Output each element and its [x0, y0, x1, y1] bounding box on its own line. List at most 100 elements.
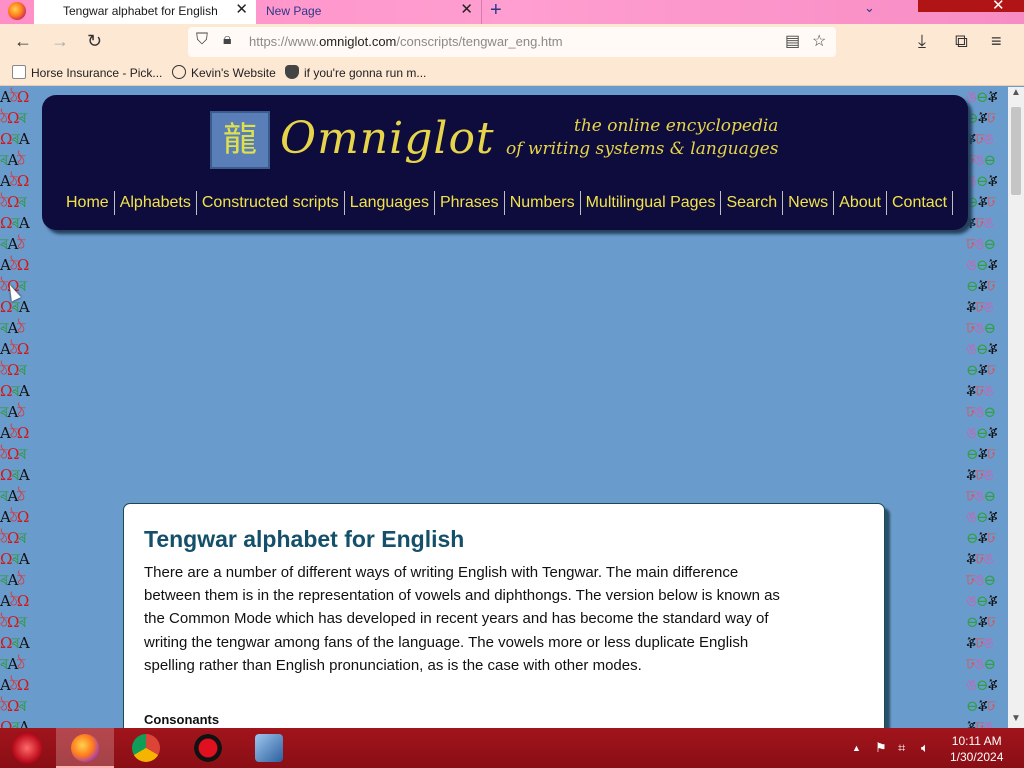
downloads-icon[interactable]: ⤓	[918, 30, 926, 52]
decorative-glyph-row: ঠΩৰ	[0, 445, 27, 463]
taskbar-chrome[interactable]	[117, 728, 175, 768]
scroll-up-arrow-icon[interactable]: ▲	[1011, 87, 1021, 98]
bookmark-gonna-run[interactable]: if you're gonna run m...	[285, 65, 426, 80]
decorative-glyph-row: ঙ⊖ቖ	[966, 424, 998, 442]
decorative-glyph-row: ΩৰA	[0, 634, 30, 652]
nav-home-link[interactable]: Home	[64, 191, 115, 215]
page-scrollbar[interactable]: ▲ ▼	[1008, 87, 1024, 728]
decorative-glyph-row: ৰAঠ	[0, 571, 25, 589]
decorative-glyph-row: AঠΩ	[0, 88, 29, 106]
close-tab-icon[interactable]: ✕	[235, 1, 248, 19]
nav-constructed-scripts-link[interactable]: Constructed scripts	[200, 191, 345, 215]
decorative-glyph-row: ঢঙ⊖	[966, 487, 996, 505]
decorative-script-border-left: AঠΩ ঠΩৰ ΩৰA ৰAঠ AঠΩ ঠΩৰ ΩৰA ৰAঠ AঠΩ ঠΩৰ ΩৰA ৰAঠ AঠΩ ঠ…	[0, 87, 40, 728]
bookmark-horse-insurance[interactable]: Horse Insurance - Pick...	[12, 65, 162, 80]
taskbar-firefox[interactable]	[56, 728, 114, 768]
decorative-glyph-row: ঙ⊖ቖ	[966, 88, 998, 106]
tab-bar: Tengwar alphabet for English ✕ New Page …	[0, 0, 1024, 24]
decorative-glyph-row: ঠΩৰ	[0, 697, 27, 715]
page-icon	[12, 65, 26, 79]
decorative-glyph-row: ঢঙ⊖	[966, 151, 996, 169]
article-intro-paragraph: There are a number of different ways of …	[144, 564, 780, 674]
lock-icon[interactable]: 🔒︎	[223, 31, 232, 49]
nav-phrases-link[interactable]: Phrases	[438, 191, 505, 215]
decorative-glyph-row: ቖঢঙ	[966, 550, 994, 568]
decorative-glyph-row: ⊖ቖঢ	[966, 445, 995, 463]
decorative-glyph-row: ቖঢঙ	[966, 130, 994, 148]
chevron-up-icon[interactable]: ▲	[852, 743, 861, 753]
decorative-glyph-row: ঙ⊖ቖ	[966, 256, 998, 274]
forward-arrow-icon[interactable]: →	[51, 30, 69, 52]
reader-view-icon[interactable]: ▤	[785, 31, 800, 51]
page-viewport: AঠΩ ঠΩৰ ΩৰA ৰAঠ AঠΩ ঠΩৰ ΩৰA ৰAঠ AঠΩ ঠΩৰ ΩৰA ৰAঠ AঠΩ ঠ…	[0, 87, 1008, 728]
decorative-glyph-row: ঠΩৰ	[0, 361, 27, 379]
decorative-glyph-row: AঠΩ	[0, 172, 29, 190]
address-bar[interactable]: ⛉ 🔒︎ https://www.omniglot.com/conscripts…	[188, 27, 836, 57]
decorative-glyph-row: ቖঢঙ	[966, 382, 994, 400]
main-nav: Home Alphabets Constructed scripts Language…	[64, 191, 956, 215]
site-title[interactable]: Omniglot	[280, 113, 495, 164]
chevron-down-icon[interactable]: ⌄	[864, 0, 875, 16]
tab-title: New Page	[266, 4, 322, 18]
nav-languages-link[interactable]: Languages	[348, 191, 435, 215]
taskbar-recorder[interactable]	[179, 728, 237, 768]
close-tab-icon[interactable]: ✕	[460, 1, 473, 19]
bookmark-star-icon[interactable]: ☆	[812, 31, 826, 51]
nav-multilingual-pages-link[interactable]: Multilingual Pages	[584, 191, 722, 215]
extensions-icon[interactable]: ⧉	[955, 30, 968, 52]
decorative-glyph-row: ΩৰA	[0, 550, 30, 568]
nav-about-link[interactable]: About	[837, 191, 887, 215]
nav-numbers-link[interactable]: Numbers	[508, 191, 581, 215]
decorative-glyph-row: ঢঙ⊖	[966, 319, 996, 337]
decorative-glyph-row: ঙ⊖ቖ	[966, 172, 998, 190]
network-icon[interactable]: ⌗	[898, 740, 905, 756]
taskbar-virtualbox[interactable]	[240, 728, 298, 768]
volume-icon[interactable]: 🔈︎	[921, 740, 929, 756]
shield-icon[interactable]: ⛉	[196, 31, 208, 49]
decorative-glyph-row: ቖঢঙ	[966, 298, 994, 316]
url-text[interactable]: https://www.omniglot.com/conscripts/teng…	[249, 34, 563, 49]
decorative-glyph-row: ঠΩৰ	[0, 109, 27, 127]
decorative-glyph-row: ৰAঠ	[0, 655, 25, 673]
new-tab-plus-icon[interactable]: +	[490, 0, 502, 22]
decorative-glyph-row: AঠΩ	[0, 424, 29, 442]
decorative-glyph-row: ৰAঠ	[0, 487, 25, 505]
system-clock[interactable]: 10:11 AM 1/30/2024	[950, 733, 1003, 765]
nav-alphabets-link[interactable]: Alphabets	[118, 191, 197, 215]
decorative-glyph-row: ΩৰA	[0, 718, 30, 728]
back-arrow-icon[interactable]: ←	[14, 30, 32, 52]
scrollbar-thumb[interactable]	[1011, 107, 1021, 195]
decorative-glyph-row: AঠΩ	[0, 256, 29, 274]
nav-search-link[interactable]: Search	[724, 191, 784, 215]
omniglot-logo-icon[interactable]: 龍	[210, 111, 270, 169]
decorative-glyph-row: ৰAঠ	[0, 151, 25, 169]
clock-time: 10:11 AM	[951, 734, 1002, 748]
globe-icon	[172, 65, 186, 79]
reload-icon[interactable]: ↻	[87, 30, 102, 52]
taskbar: ▲ ⚑ ⌗ 🔈︎ 10:11 AM 1/30/2024	[0, 728, 1024, 768]
nav-news-link[interactable]: News	[786, 191, 835, 215]
tab-new-page[interactable]: New Page ✕	[258, 0, 482, 24]
mask-icon	[285, 65, 299, 79]
nav-contact-link[interactable]: Contact	[890, 191, 954, 215]
decorative-glyph-row: ঠΩৰ	[0, 529, 27, 547]
decorative-glyph-row: AঠΩ	[0, 676, 29, 694]
hamburger-menu-icon[interactable]: ≡	[991, 30, 1002, 52]
start-button-icon[interactable]	[12, 732, 42, 764]
window-close-button[interactable]: ✕	[918, 0, 1024, 14]
article-card: Tengwar alphabet for English There are a…	[123, 503, 885, 728]
bookmark-kevins-website[interactable]: Kevin's Website	[172, 65, 276, 80]
decorative-glyph-row: ቖঢঙ	[966, 214, 994, 232]
decorative-glyph-row: ⊖ቖঢ	[966, 361, 995, 379]
firefox-icon	[71, 734, 99, 762]
decorative-glyph-row: ঙ⊖ቖ	[966, 676, 998, 694]
close-icon: ✕	[992, 0, 1005, 14]
firefox-menu-icon[interactable]	[8, 2, 26, 20]
decorative-glyph-row: ΩৰA	[0, 298, 30, 316]
consonants-heading: Consonants	[144, 712, 220, 727]
tab-title: Tengwar alphabet for English	[63, 4, 218, 18]
bookmarks-toolbar: Horse Insurance - Pick... Kevin's Websit…	[0, 60, 1024, 86]
scroll-down-arrow-icon[interactable]: ▼	[1011, 713, 1021, 724]
flag-icon[interactable]: ⚑	[875, 740, 887, 756]
tab-tengwar[interactable]: Tengwar alphabet for English ✕	[34, 0, 256, 24]
